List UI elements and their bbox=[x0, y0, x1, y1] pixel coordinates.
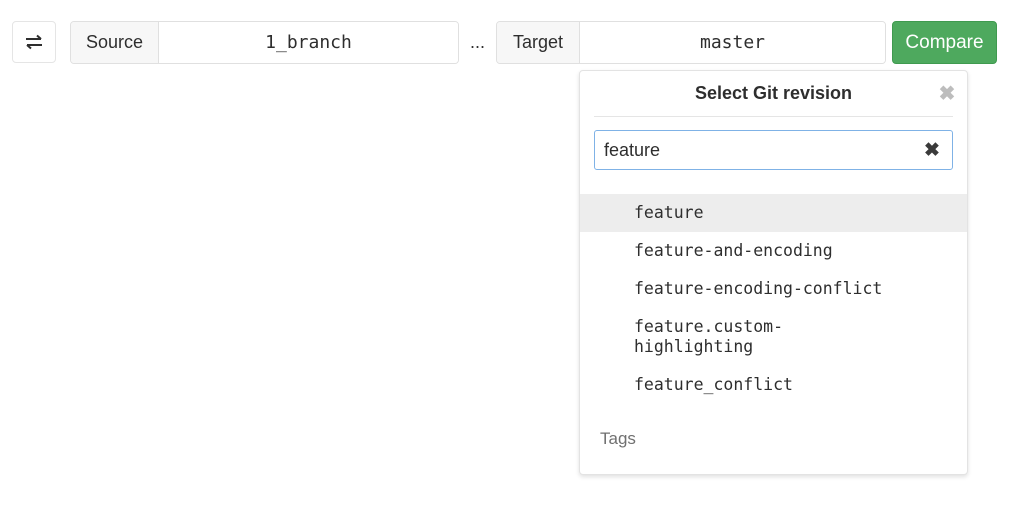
branch-item[interactable]: feature_conflict bbox=[580, 366, 898, 404]
target-revision-group: Target master bbox=[496, 21, 886, 64]
clear-icon[interactable]: ✖ bbox=[912, 139, 952, 162]
swap-arrows-icon bbox=[26, 34, 42, 50]
compare-button[interactable]: Compare bbox=[892, 21, 997, 64]
branch-item[interactable]: feature-encoding-conflict bbox=[580, 270, 967, 308]
dropdown-title: Select Git revision bbox=[594, 71, 953, 117]
tags-section-header: Tags bbox=[600, 429, 636, 448]
branch-item[interactable]: feature-and-encoding bbox=[580, 232, 898, 270]
revision-dropdown: Select Git revision ✖ ✖ feature feature-… bbox=[579, 70, 968, 475]
target-revision-selector[interactable]: master bbox=[580, 22, 885, 63]
swap-revisions-button[interactable] bbox=[12, 21, 56, 63]
range-separator: ... bbox=[470, 32, 486, 52]
branch-item[interactable]: feature.custom-​highlighting bbox=[580, 308, 838, 366]
source-label: Source bbox=[71, 22, 159, 63]
revision-search-field: ✖ bbox=[594, 130, 953, 170]
branch-item[interactable]: feature bbox=[580, 194, 967, 232]
target-label: Target bbox=[497, 22, 580, 63]
close-icon[interactable]: ✖ bbox=[937, 83, 957, 105]
source-revision-group: Source 1_branch bbox=[70, 21, 459, 64]
source-revision-selector[interactable]: 1_branch bbox=[159, 22, 458, 63]
revision-search-input[interactable] bbox=[604, 139, 912, 161]
branch-list: feature feature-and-encoding feature-enc… bbox=[580, 194, 967, 404]
